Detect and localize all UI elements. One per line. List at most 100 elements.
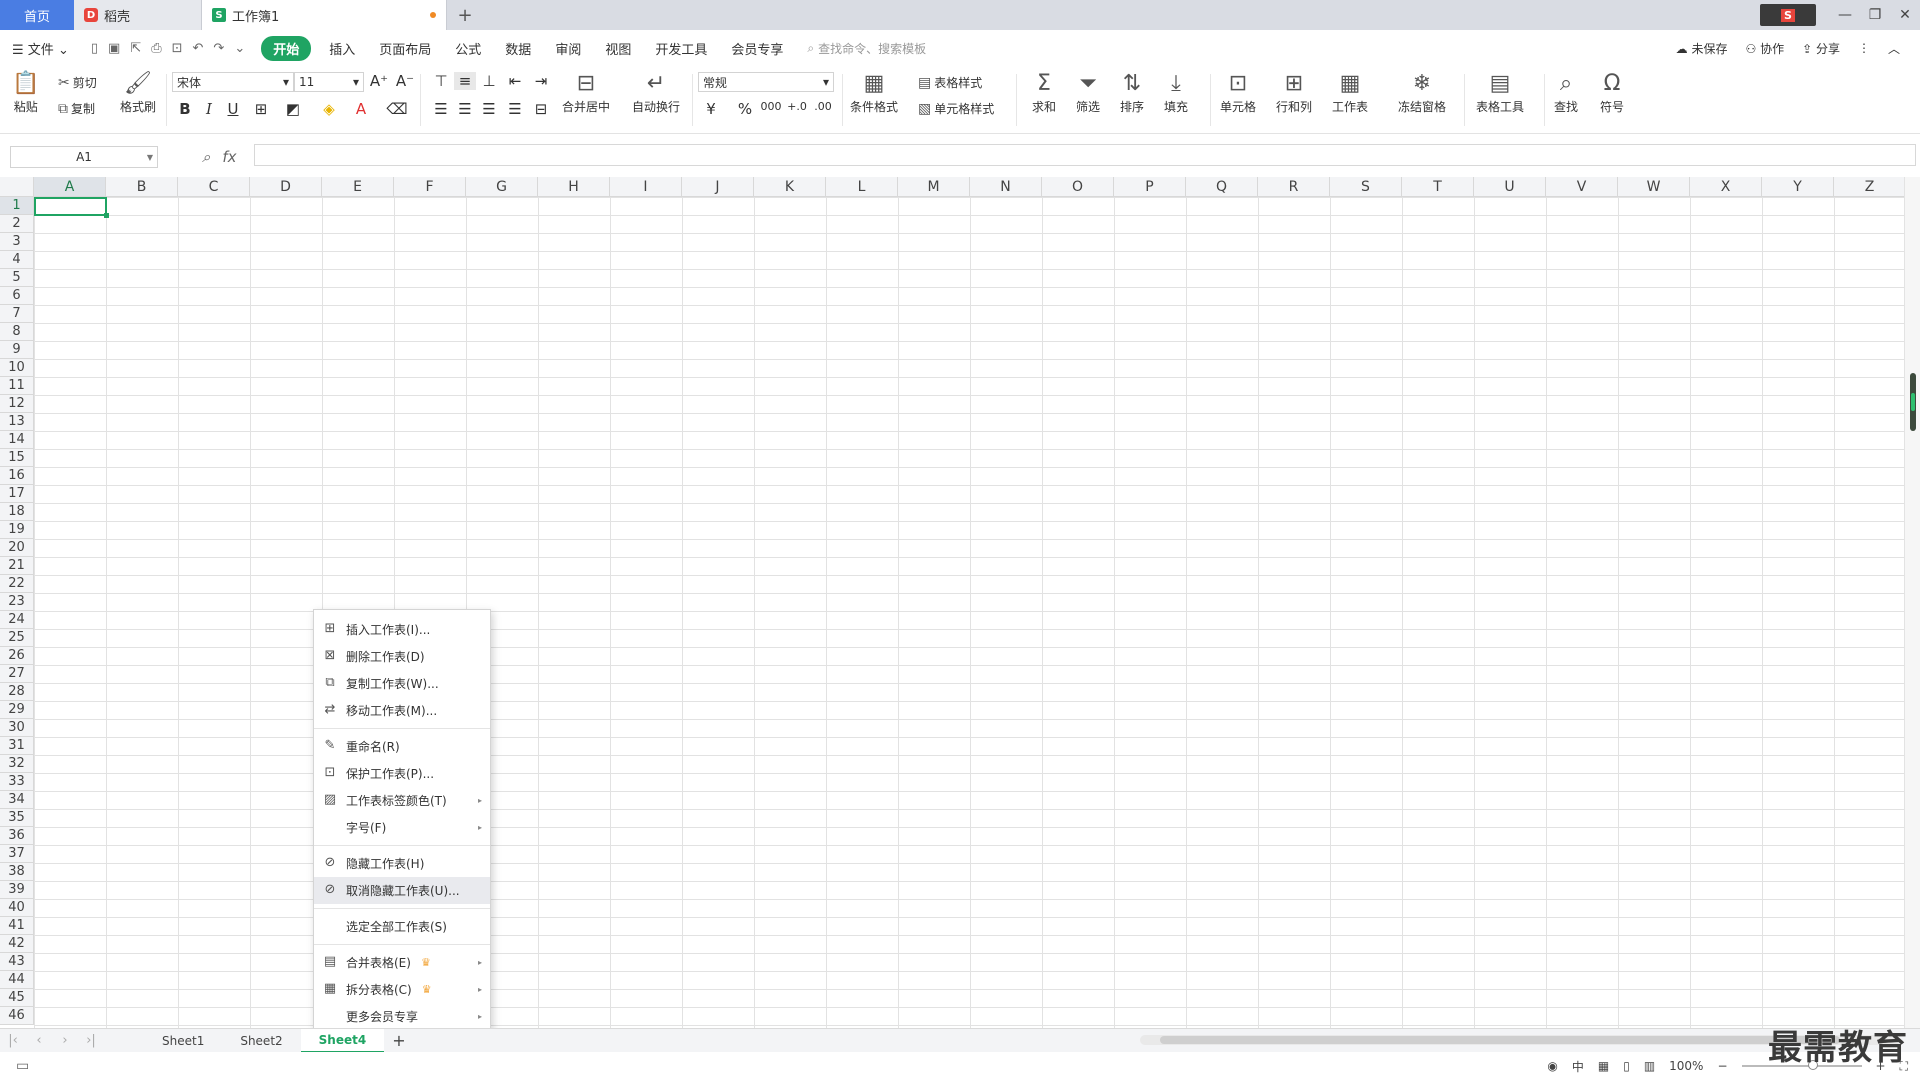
context-menu-item[interactable]: ⊡ 保护工作表(P)... [314,760,490,787]
format-painter-button[interactable]: 🖌 格式刷 [120,70,156,115]
tab-home[interactable]: 首页 [0,0,74,30]
zoom-formula-icon[interactable]: ⌕ [202,148,210,166]
print-icon[interactable]: ⎙ [151,41,161,56]
menu-home[interactable]: 开始 [261,35,312,61]
align-top-icon[interactable]: ⊤ [430,72,452,90]
row-header-35[interactable]: 35 [0,809,34,827]
context-menu-item[interactable]: ⇄ 移动工作表(M)... [314,697,490,724]
collab-button[interactable]: ⚇ 协作 [1746,40,1785,57]
row-header-10[interactable]: 10 [0,359,34,377]
row-header-9[interactable]: 9 [0,341,34,359]
menu-view[interactable]: 视图 [593,39,643,58]
column-header-n[interactable]: N [970,177,1042,197]
spreadsheet-grid[interactable]: A B C D E F G H I J K L M N O P Q R S T U V W X Y Z 1 2 3 4 5 6 7 8 9 10 11 1… [0,177,1904,1028]
menu-insert[interactable]: 插入 [317,39,367,58]
filter-button[interactable]: ⏷ 筛选 [1076,70,1100,115]
row-header-19[interactable]: 19 [0,521,34,539]
row-header-38[interactable]: 38 [0,863,34,881]
fill-color-icon[interactable]: ◈ [318,100,340,118]
font-name-select[interactable]: 宋体 ▾ [172,72,294,92]
column-header-f[interactable]: F [394,177,466,197]
context-menu-item[interactable]: ⊠ 删除工作表(D) [314,643,490,670]
column-header-v[interactable]: V [1546,177,1618,197]
row-header-23[interactable]: 23 [0,593,34,611]
row-header-30[interactable]: 30 [0,719,34,737]
restore-button[interactable]: ❐ [1860,7,1890,23]
column-header-w[interactable]: W [1618,177,1690,197]
row-header-7[interactable]: 7 [0,305,34,323]
print-preview-icon[interactable]: ⊡ [172,41,183,56]
row-header-43[interactable]: 43 [0,953,34,971]
row-header-4[interactable]: 4 [0,251,34,269]
decrease-font-icon[interactable]: A⁻ [394,72,416,90]
context-menu-item[interactable]: ⊞ 插入工作表(I)... [314,616,490,643]
align-right-icon[interactable]: ☰ [478,100,500,118]
horizontal-scroll-thumb[interactable] [1160,1036,1840,1044]
row-header-22[interactable]: 22 [0,575,34,593]
column-header-c[interactable]: C [178,177,250,197]
row-header-32[interactable]: 32 [0,755,34,773]
number-format-select[interactable]: 常规 ▾ [698,72,834,92]
row-header-39[interactable]: 39 [0,881,34,899]
row-header-6[interactable]: 6 [0,287,34,305]
merge-center-button[interactable]: ⊟ 合并居中 [562,70,610,115]
column-header-d[interactable]: D [250,177,322,197]
row-header-46[interactable]: 46 [0,1007,34,1025]
row-header-41[interactable]: 41 [0,917,34,935]
row-header-13[interactable]: 13 [0,413,34,431]
fill-button[interactable]: ⤓ 填充 [1164,70,1188,115]
row-header-12[interactable]: 12 [0,395,34,413]
row-header-26[interactable]: 26 [0,647,34,665]
row-header-42[interactable]: 42 [0,935,34,953]
first-sheet-icon[interactable]: |‹ [0,1033,26,1048]
fill-style-icon[interactable]: ◩ [282,100,304,118]
align-bottom-icon[interactable]: ⊥ [478,72,500,90]
normal-view-icon[interactable]: ▦ [1598,1059,1609,1073]
formula-input[interactable] [254,144,1916,166]
next-sheet-icon[interactable]: › [52,1033,78,1048]
increase-font-icon[interactable]: A⁺ [368,72,390,90]
row-header-33[interactable]: 33 [0,773,34,791]
row-header-21[interactable]: 21 [0,557,34,575]
row-header-28[interactable]: 28 [0,683,34,701]
save-icon[interactable]: ▣ [108,41,120,56]
justify-icon[interactable]: ☰ [504,100,526,118]
row-header-27[interactable]: 27 [0,665,34,683]
menu-member[interactable]: 会员专享 [719,39,795,58]
zoom-out-icon[interactable]: − [1717,1059,1727,1073]
context-menu-item[interactable]: 字号(F) ▸ [314,814,490,841]
add-sheet-button[interactable]: + [384,1029,413,1053]
bold-icon[interactable]: B [174,100,196,118]
table-tools-button[interactable]: ▤ 表格工具 [1476,70,1524,115]
column-header-b[interactable]: B [106,177,178,197]
table-style-button[interactable]: ▤ 表格样式 [918,74,982,91]
row-header-36[interactable]: 36 [0,827,34,845]
redo-icon[interactable]: ↷ [213,41,224,56]
column-header-s[interactable]: S [1330,177,1402,197]
sort-button[interactable]: ⇅ 排序 [1120,70,1144,115]
row-col-button[interactable]: ⊞ 行和列 [1276,70,1312,115]
zoom-level[interactable]: 100% [1669,1059,1703,1073]
row-header-31[interactable]: 31 [0,737,34,755]
column-header-h[interactable]: H [538,177,610,197]
cond-format-button[interactable]: ▦ 条件格式 [850,70,898,115]
export-icon[interactable]: ⇱ [130,41,141,56]
new-tab-button[interactable]: + [447,0,483,30]
tab-daoke[interactable]: D 稻壳 [74,0,202,30]
align-middle-icon[interactable]: ≡ [454,72,476,90]
page-layout-view-icon[interactable]: ▯ [1623,1059,1630,1073]
page-break-view-icon[interactable]: ▥ [1644,1059,1655,1073]
share-button[interactable]: ⇪ 分享 [1802,40,1840,57]
sheet-tab-sheet4[interactable]: Sheet4 [300,1028,385,1053]
row-header-40[interactable]: 40 [0,899,34,917]
sheet-tab-sheet2[interactable]: Sheet2 [222,1029,300,1053]
prev-sheet-icon[interactable]: ‹ [26,1033,52,1048]
context-menu-item[interactable]: 选定全部工作表(S) [314,913,490,940]
row-header-2[interactable]: 2 [0,215,34,233]
menu-page-layout[interactable]: 页面布局 [367,39,443,58]
input-method-icon[interactable]: 中 [1572,1058,1584,1075]
row-header-37[interactable]: 37 [0,845,34,863]
minimize-button[interactable]: — [1830,7,1860,23]
column-header-m[interactable]: M [898,177,970,197]
column-header-j[interactable]: J [682,177,754,197]
